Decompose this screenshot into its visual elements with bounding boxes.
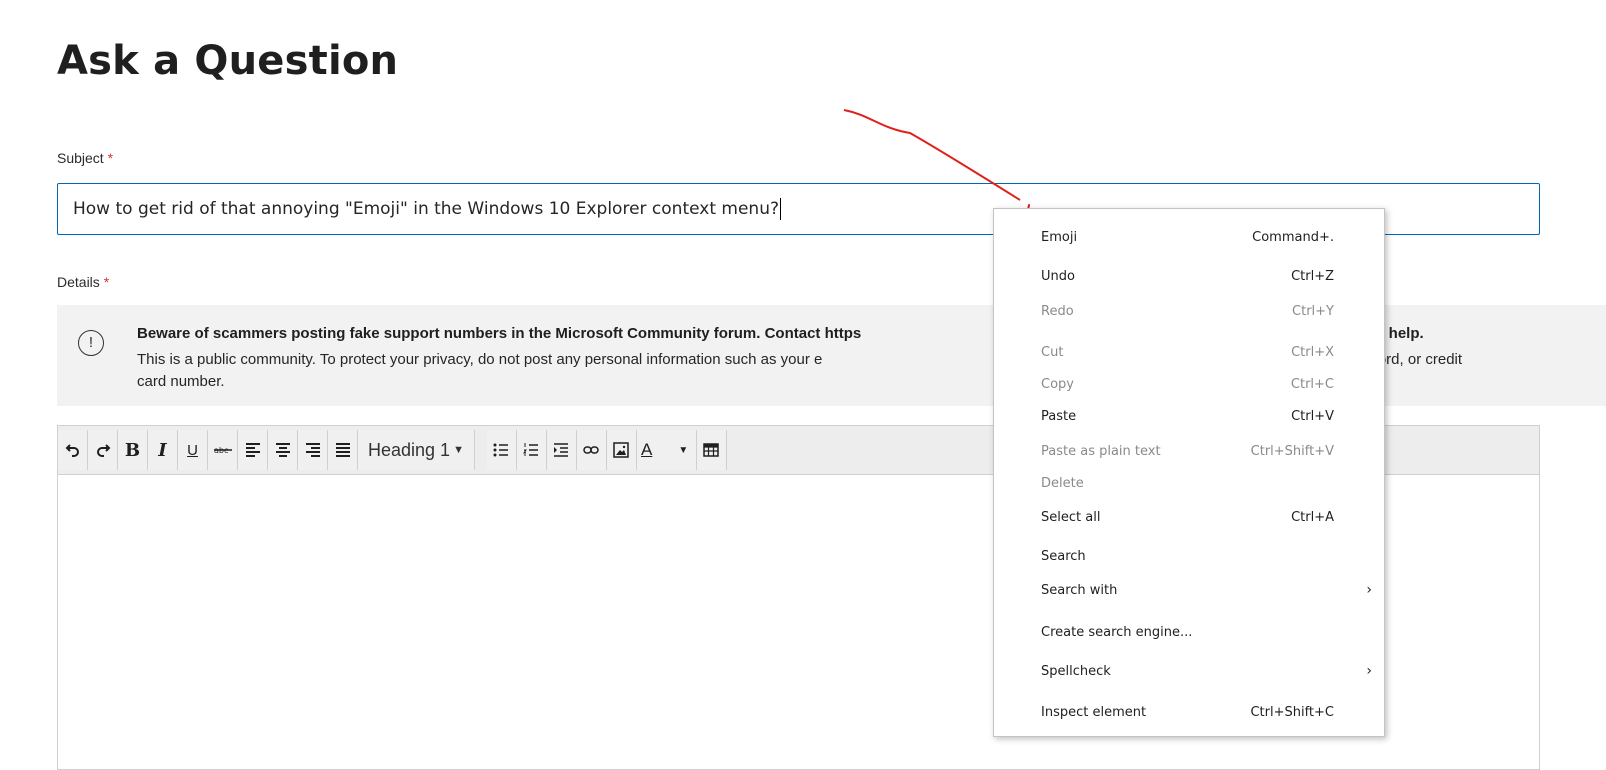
context-menu-item[interactable]: Cut Ctrl+X [994, 342, 1384, 366]
context-menu-item[interactable]: Copy Ctrl+C [994, 374, 1384, 398]
context-menu-item-label: Redo [1041, 304, 1074, 319]
context-menu-item-shortcut: Ctrl+A [1291, 510, 1334, 525]
subject-label: Subject * [57, 150, 113, 166]
context-menu-item-shortcut: Command+. [1252, 230, 1334, 245]
info-circle-icon: ! [78, 330, 104, 356]
context-menu-item[interactable]: Delete [994, 473, 1384, 497]
undo-icon[interactable] [58, 430, 88, 470]
context-menu-item-shortcut: Ctrl+Shift+C [1250, 705, 1334, 720]
table-icon[interactable] [696, 430, 727, 470]
chevron-down-icon: ▼ [678, 444, 689, 456]
context-menu-item-label: Spellcheck [1041, 664, 1111, 679]
context-menu: Emoji Command+. Undo Ctrl+Z Redo Ctrl+Y Cut Ctr… [993, 208, 1385, 737]
image-icon[interactable] [606, 430, 637, 470]
context-menu-item-label: Select all [1041, 510, 1101, 525]
strikethrough-icon[interactable]: abc [208, 430, 238, 470]
context-menu-item[interactable]: Inspect element Ctrl+Shift+C [994, 702, 1384, 726]
warning-body-end: word, or credit [1367, 351, 1463, 368]
italic-button[interactable]: I [148, 430, 178, 470]
text-caret [780, 198, 781, 220]
context-menu-item[interactable]: Select all Ctrl+A [994, 507, 1384, 531]
link-icon[interactable] [576, 430, 607, 470]
chevron-down-icon: ▼ [453, 444, 464, 456]
align-right-icon[interactable] [298, 430, 328, 470]
warning-body-line2: card number. [137, 373, 225, 390]
bullet-list-icon[interactable] [486, 430, 517, 470]
context-menu-item[interactable]: Spellcheck › [994, 661, 1384, 685]
bold-button[interactable]: B [118, 430, 148, 470]
submenu-arrow-icon: › [1366, 663, 1372, 679]
context-menu-item-shortcut: Ctrl+C [1290, 377, 1334, 392]
align-center-icon[interactable] [268, 430, 298, 470]
context-menu-item-shortcut: Ctrl+V [1291, 409, 1334, 424]
subject-input-value: How to get rid of that annoying "Emoji" … [73, 199, 779, 219]
submenu-arrow-icon: › [1366, 582, 1372, 598]
context-menu-item[interactable]: Redo Ctrl+Y [994, 301, 1384, 325]
context-menu-item-label: Create search engine... [1041, 625, 1193, 640]
warning-title: Beware of scammers posting fake support … [137, 325, 861, 342]
context-menu-item[interactable]: Create search engine... [994, 622, 1384, 646]
details-label: Details * [57, 274, 109, 290]
details-label-text: Details [57, 274, 100, 290]
context-menu-item-label: Inspect element [1041, 705, 1147, 720]
align-left-icon[interactable] [238, 430, 268, 470]
heading-dropdown-label: Heading 1 [368, 439, 451, 460]
redo-icon[interactable] [88, 430, 118, 470]
context-menu-item-shortcut: Ctrl+X [1291, 345, 1334, 360]
font-color-icon: A [640, 440, 653, 459]
context-menu-item-shortcut: Ctrl+Z [1291, 269, 1334, 284]
context-menu-item-label: Search with [1041, 583, 1118, 598]
context-menu-item[interactable]: Paste Ctrl+V [994, 406, 1384, 430]
context-menu-item[interactable]: Search with › [994, 580, 1384, 604]
context-menu-item-label: Paste as plain text [1041, 444, 1161, 459]
justify-icon[interactable] [328, 430, 358, 470]
underline-button[interactable]: U [178, 430, 208, 470]
required-mark: * [107, 150, 114, 166]
warning-body-start: This is a public community. To protect y… [137, 351, 823, 368]
context-menu-item-label: Paste [1041, 409, 1077, 424]
context-menu-item[interactable]: Emoji Command+. [994, 227, 1384, 251]
heading-dropdown[interactable]: Heading 1 ▼ [358, 430, 475, 470]
context-menu-item[interactable]: Undo Ctrl+Z [994, 266, 1384, 290]
context-menu-item-label: Search [1041, 549, 1086, 564]
page-title: Ask a Question [57, 38, 399, 84]
context-menu-item-label: Cut [1041, 345, 1064, 360]
indent-icon[interactable] [546, 430, 577, 470]
context-menu-item-label: Emoji [1041, 230, 1078, 245]
context-menu-item-shortcut: Ctrl+Shift+V [1250, 444, 1334, 459]
context-menu-item-label: Undo [1041, 269, 1075, 284]
context-menu-item[interactable]: Paste as plain text Ctrl+Shift+V [994, 441, 1384, 465]
context-menu-item[interactable]: Search [994, 546, 1384, 570]
context-menu-item-shortcut: Ctrl+Y [1292, 304, 1334, 319]
required-mark: * [103, 274, 110, 290]
subject-label-text: Subject [57, 150, 104, 166]
numbered-list-icon[interactable] [516, 430, 547, 470]
context-menu-item-label: Copy [1041, 377, 1074, 392]
warning-title-start: Beware of scammers posting fake support … [137, 325, 862, 342]
font-color-button[interactable]: A ▼ [636, 430, 697, 470]
context-menu-item-label: Delete [1041, 476, 1084, 491]
